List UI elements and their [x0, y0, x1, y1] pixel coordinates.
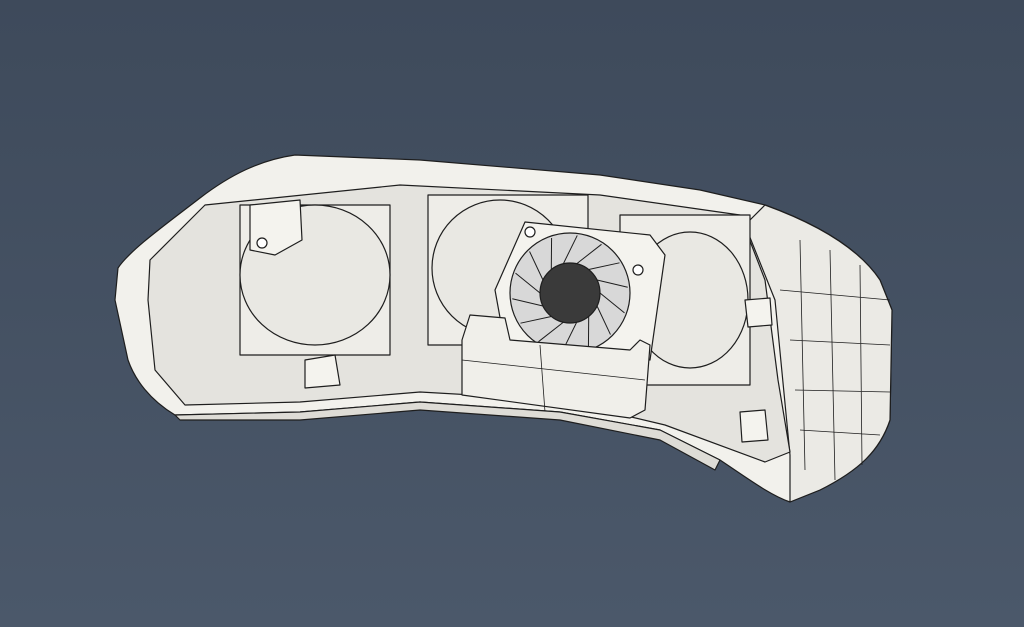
mount-post-bottom-left	[304, 354, 341, 389]
screw-hole	[256, 237, 268, 249]
mount-post-right-upper	[744, 297, 773, 328]
model-render	[0, 0, 1024, 627]
mount-post-right	[739, 409, 769, 443]
fan-hub	[539, 262, 601, 324]
cad-viewport[interactable]	[0, 0, 1024, 627]
fan-icon	[509, 232, 631, 354]
